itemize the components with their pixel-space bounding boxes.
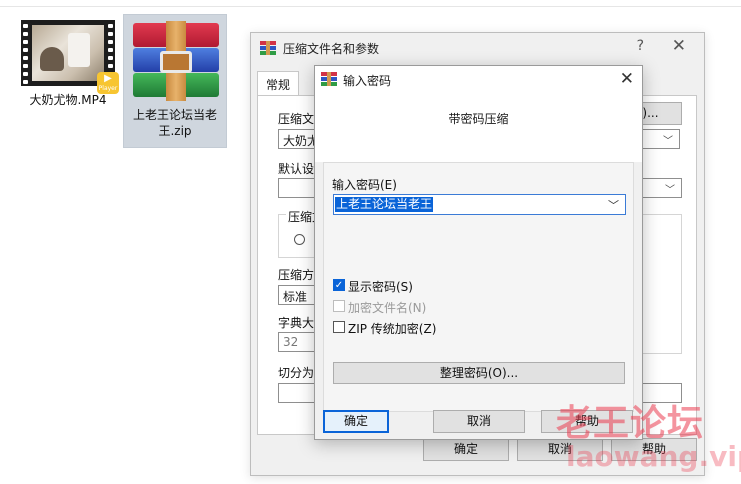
default-profile-label: 默认设 <box>278 162 315 176</box>
tab-bar: 常规 <box>257 71 300 98</box>
tab-general[interactable]: 常规 <box>257 71 300 98</box>
method-label: 压缩方 <box>278 268 315 282</box>
password-label: 输入密码(E) <box>332 178 397 192</box>
winrar-app-icon <box>260 41 276 55</box>
encrypt-filenames-checkbox[interactable] <box>333 300 345 312</box>
header-text: 带密码压缩 <box>448 112 509 126</box>
winrar-app-icon <box>321 72 337 86</box>
dialog-title: 输入密码 <box>343 74 392 88</box>
dictionary-label: 字典大 <box>278 316 315 330</box>
zip-legacy-checkbox[interactable] <box>333 321 345 333</box>
watermark-text: 老王论坛 <box>556 402 705 444</box>
archive-name-label: 压缩文 <box>278 112 315 126</box>
cancel-button[interactable]: 取消 <box>433 410 525 433</box>
chevron-down-icon[interactable]: ﹀ <box>608 197 619 213</box>
chevron-down-icon: ﹀ <box>663 136 673 147</box>
desktop-top-border <box>0 6 741 7</box>
dictionary-combo[interactable]: 32 <box>278 332 318 352</box>
enter-password-dialog: 输入密码 ✕ 带密码压缩 输入密码(E) 上老王论坛当老王 ﹀ ✓ 显示密码(S… <box>314 65 643 440</box>
split-combo[interactable] <box>278 383 318 403</box>
organize-passwords-button[interactable]: 整理密码(O)... <box>333 362 625 384</box>
watermark-url: laowang.vip <box>566 440 741 473</box>
format-radio[interactable] <box>294 234 305 245</box>
show-password-checkbox[interactable]: ✓ <box>333 279 345 291</box>
password-value: 上老王论坛当老王 <box>335 197 434 212</box>
dialog-header: 带密码压缩 <box>315 94 642 162</box>
ok-button[interactable]: 确定 <box>323 410 389 433</box>
chevron-down-icon: ﹀ <box>665 185 675 196</box>
method-combo[interactable]: 标准 <box>278 285 318 305</box>
video-file-icon: ▶ Player <box>21 20 119 108</box>
player-badge-icon: ▶ Player <box>97 72 119 94</box>
dialog-title: 压缩文件名和参数 <box>283 42 380 56</box>
title-bar: 输入密码 ✕ <box>315 66 642 94</box>
help-icon[interactable]: ? <box>637 38 644 54</box>
winrar-archive-icon <box>128 21 224 101</box>
show-password-label: 显示密码(S) <box>348 280 413 294</box>
password-input[interactable]: 上老王论坛当老王 ﹀ <box>333 194 626 215</box>
profile-field[interactable] <box>278 178 318 198</box>
title-bar: 压缩文件名和参数 ? ✕ <box>251 33 704 63</box>
desktop-file-video[interactable]: ▶ Player 大奶尤物.MP4 <box>16 14 120 112</box>
encrypt-filenames-label: 加密文件名(N) <box>348 301 427 315</box>
ok-button[interactable]: 确定 <box>423 438 509 461</box>
split-label: 切分为 <box>278 366 315 380</box>
close-icon[interactable]: ✕ <box>672 36 686 56</box>
file-name: 上老王论坛当老王.zip <box>132 108 217 138</box>
zip-legacy-label: ZIP 传统加密(Z) <box>348 322 437 336</box>
close-icon[interactable]: ✕ <box>620 69 634 89</box>
file-name: 大奶尤物.MP4 <box>29 93 107 107</box>
desktop-file-zip[interactable]: 上老王论坛当老王.zip <box>123 14 227 148</box>
